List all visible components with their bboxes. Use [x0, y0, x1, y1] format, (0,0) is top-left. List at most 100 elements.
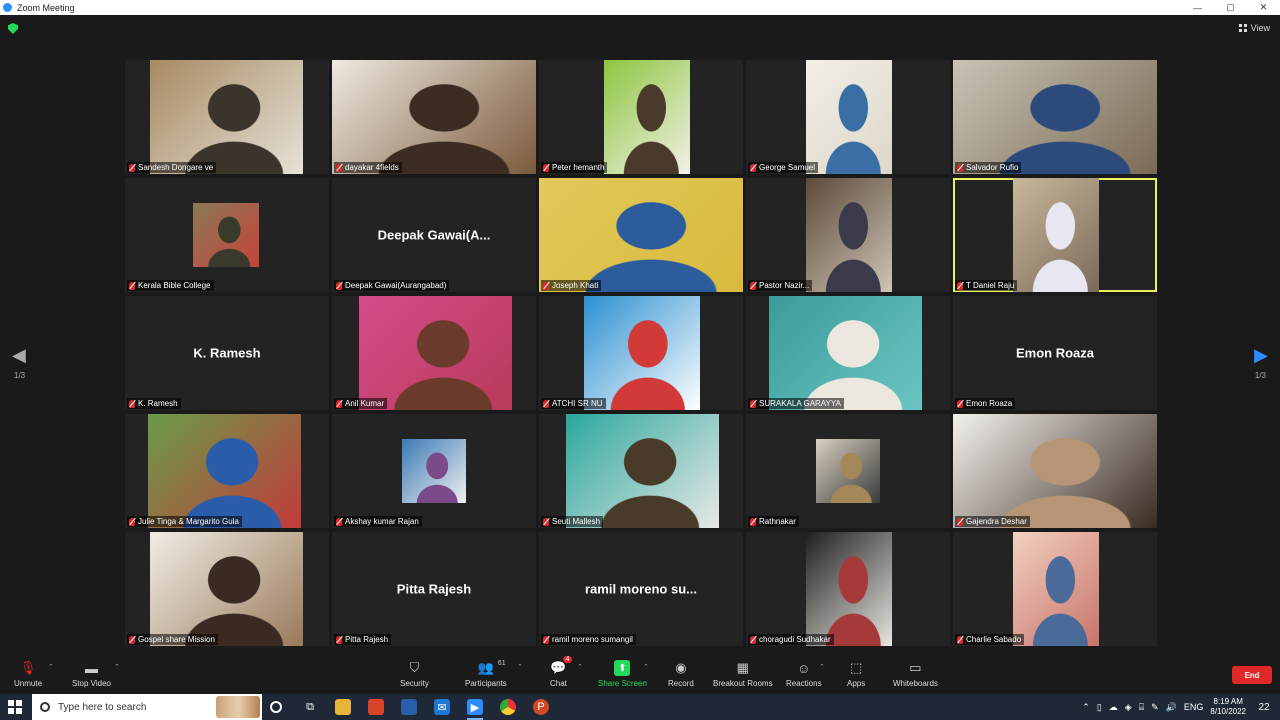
share-caret-icon[interactable]: ⌃ — [643, 663, 649, 671]
video-options-caret-icon[interactable]: ⌃ — [114, 663, 120, 671]
participant-name: Pastor Nazir... — [759, 281, 810, 290]
participant-tile[interactable]: ramil moreno su... ramil moreno sumangil — [539, 532, 743, 646]
participant-name-label: dayakar 4fields — [334, 162, 402, 173]
participants-count: 61 — [497, 660, 506, 667]
share-screen-button[interactable]: ⬆ Share Screen — [598, 660, 647, 688]
participant-tile[interactable]: George Samuel — [746, 60, 950, 174]
unmute-button[interactable]: 🎙 Unmute — [14, 660, 42, 688]
powerpoint-icon[interactable]: P — [533, 699, 549, 715]
participant-video — [584, 296, 700, 410]
participant-tile[interactable]: Anil Kumar — [332, 296, 536, 410]
encryption-shield-icon[interactable] — [8, 23, 18, 34]
view-button[interactable]: View — [1238, 23, 1270, 33]
stop-video-button[interactable]: ▬ Stop Video — [72, 660, 111, 689]
muted-mic-icon — [750, 399, 756, 408]
apps-button[interactable]: ⬚ Apps — [847, 660, 865, 688]
close-button[interactable]: ✕ — [1247, 0, 1280, 15]
muted-mic-icon — [957, 517, 963, 526]
participant-tile[interactable]: Kerala Bible College — [125, 178, 329, 292]
meeting-area: View ◀ 1/3 ▶ 1/3 Sandesh Dongare ve dayak… — [0, 15, 1280, 658]
participant-tile[interactable]: Charlie Sabado — [953, 532, 1157, 646]
taskbar-search-box[interactable]: Type here to search — [32, 694, 262, 720]
network-icon[interactable]: ⌸ — [1139, 702, 1144, 713]
participant-tile[interactable]: Sandesh Dongare ve — [125, 60, 329, 174]
participant-name-label: SURAKALA GARAYYA — [748, 398, 844, 409]
participant-name-label: Salvador Rufio — [955, 162, 1022, 173]
store-icon[interactable] — [401, 699, 417, 715]
onedrive-cloud-icon[interactable]: ☁ — [1109, 702, 1118, 713]
minimize-button[interactable]: — — [1181, 0, 1214, 15]
participant-name: T Daniel Raju — [966, 281, 1015, 290]
pen-icon[interactable]: ✎ — [1151, 702, 1159, 713]
participant-tile[interactable]: K. Ramesh K. Ramesh — [125, 296, 329, 410]
audio-options-caret-icon[interactable]: ⌃ — [48, 663, 54, 671]
participant-tile[interactable]: ATCHI SR NU — [539, 296, 743, 410]
participant-name-label: T Daniel Raju — [955, 280, 1018, 291]
reactions-caret-icon[interactable]: ⌃ — [819, 663, 825, 671]
end-meeting-button[interactable]: End — [1232, 666, 1272, 684]
participant-tile[interactable]: dayakar 4fields — [332, 60, 536, 174]
maximize-button[interactable]: ▢ — [1214, 0, 1247, 15]
participant-name-label: Rathnakar — [748, 516, 799, 527]
record-button[interactable]: ◉ Record — [668, 660, 694, 688]
participant-name: K. Ramesh — [138, 399, 178, 408]
muted-mic-icon — [957, 635, 963, 644]
participant-tile[interactable]: Julie Tinga & Margarito Gula — [125, 414, 329, 528]
participant-name: ATCHI SR NU — [552, 399, 603, 408]
participant-name-label: Sandesh Dongare ve — [127, 162, 217, 173]
participant-name: Rathnakar — [759, 517, 796, 526]
participant-tile[interactable]: Emon Roaza Emon Roaza — [953, 296, 1157, 410]
notification-center-icon[interactable]: 22 — [1256, 699, 1272, 715]
participants-caret-icon[interactable]: ⌃ — [517, 663, 523, 671]
chat-bubble-icon: 💬 4 — [550, 656, 573, 676]
participant-tile[interactable]: choragudi Sudhakar — [746, 532, 950, 646]
next-page-arrow-icon[interactable]: ▶ — [1254, 345, 1268, 366]
clock[interactable]: 8:19 AM 8/10/2022 — [1210, 697, 1246, 717]
chat-label: Chat — [550, 679, 567, 688]
participant-video — [604, 60, 690, 174]
previous-page-arrow-icon[interactable]: ◀ — [12, 345, 26, 366]
muted-microphone-icon: 🎙 — [19, 660, 37, 675]
participant-tile[interactable]: Gajendra Deshar — [953, 414, 1157, 528]
zoom-taskbar-icon[interactable]: ▶ — [467, 699, 483, 720]
breakout-rooms-button[interactable]: ▦ Breakout Rooms — [713, 660, 773, 688]
reactions-button[interactable]: ☺ Reactions — [786, 660, 822, 689]
windows-start-icon[interactable] — [8, 700, 22, 714]
participant-tile[interactable]: Salvador Rufio — [953, 60, 1157, 174]
chat-button[interactable]: 💬 4 Chat — [550, 656, 573, 688]
show-hidden-icons-caret-icon[interactable]: ⌃ — [1082, 702, 1090, 713]
participant-tile[interactable]: Akshay kumar Rajan — [332, 414, 536, 528]
participant-name-label: Gospel share Mission — [127, 634, 218, 645]
participant-name: Gospel share Mission — [138, 635, 215, 644]
participant-name: Anil Kumar — [345, 399, 385, 408]
participant-name-label: Kerala Bible College — [127, 280, 214, 291]
participant-tile[interactable]: SURAKALA GARAYYA — [746, 296, 950, 410]
participant-tile[interactable]: Rathnakar — [746, 414, 950, 528]
antivirus-icon[interactable]: ◈ — [1125, 702, 1132, 713]
whiteboards-button[interactable]: ▭ Whiteboards — [893, 660, 938, 688]
participants-button[interactable]: 👥 61 Participants — [465, 660, 507, 688]
participant-tile[interactable]: Deepak Gawai(A... Deepak Gawai(Aurangabad… — [332, 178, 536, 292]
mail-icon[interactable]: ✉ — [434, 699, 450, 715]
participant-display-name: Emon Roaza — [1015, 345, 1094, 361]
chrome-icon[interactable] — [500, 699, 516, 715]
participant-tile[interactable]: Gospel share Mission — [125, 532, 329, 646]
participant-tile[interactable]: Peter hemanth — [539, 60, 743, 174]
participant-tile[interactable]: T Daniel Raju — [953, 178, 1157, 292]
cortana-circle-icon[interactable] — [270, 701, 282, 713]
participant-tile[interactable]: Joseph Khati — [539, 178, 743, 292]
file-explorer-icon[interactable] — [335, 699, 351, 715]
muted-mic-icon — [957, 163, 963, 172]
task-view-icon[interactable]: ⧉ — [302, 699, 318, 715]
volume-icon[interactable]: 🔊 — [1166, 702, 1177, 713]
security-button[interactable]: ⛉ Security — [400, 660, 429, 688]
participant-tile[interactable]: Pitta Rajesh Pitta Rajesh — [332, 532, 536, 646]
office-icon[interactable] — [368, 699, 384, 715]
participant-tile[interactable]: Seuti Mallesh — [539, 414, 743, 528]
input-language[interactable]: ENG — [1184, 702, 1204, 712]
participant-tile[interactable]: Pastor Nazir... — [746, 178, 950, 292]
participant-video — [150, 532, 303, 646]
muted-mic-icon — [750, 163, 756, 172]
chat-caret-icon[interactable]: ⌃ — [577, 663, 583, 671]
battery-icon[interactable]: ▯ — [1097, 702, 1102, 713]
